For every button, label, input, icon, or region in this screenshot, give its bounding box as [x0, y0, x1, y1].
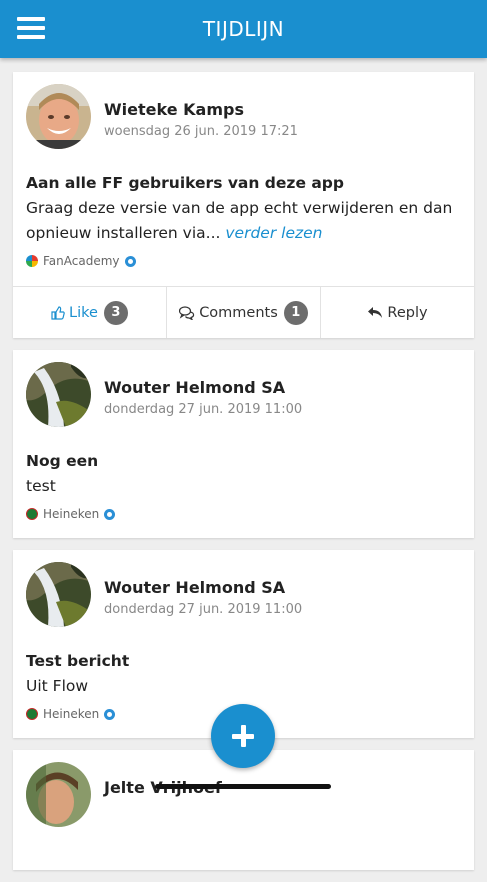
- source-name: Heineken: [43, 507, 100, 521]
- avatar[interactable]: [26, 84, 91, 149]
- post-source[interactable]: FanAcademy: [26, 254, 136, 268]
- comments-button[interactable]: Comments 1: [166, 287, 320, 338]
- post-title: Aan alle FF gebruikers van deze app: [26, 174, 344, 192]
- source-name: FanAcademy: [43, 254, 120, 268]
- avatar[interactable]: [26, 362, 91, 427]
- post-author[interactable]: Wouter Helmond SA: [104, 378, 285, 397]
- like-button[interactable]: Like 3: [13, 287, 166, 338]
- comments-icon: [179, 305, 195, 320]
- reply-label: Reply: [387, 304, 428, 321]
- post-text: Graag deze versie van de app echt verwij…: [26, 196, 456, 246]
- post-date: donderdag 27 jun. 2019 11:00: [104, 402, 303, 417]
- avatar[interactable]: [26, 762, 91, 827]
- heineken-logo-icon: [26, 508, 38, 520]
- source-name: Heineken: [43, 707, 100, 721]
- verified-icon: [104, 508, 116, 520]
- top-app-bar: TIJDLIJN: [0, 0, 487, 58]
- post-card: Wouter Helmond SA donderdag 27 jun. 2019…: [13, 350, 474, 538]
- post-source[interactable]: Heineken: [26, 707, 116, 721]
- post-author[interactable]: Wouter Helmond SA: [104, 578, 285, 597]
- post-title: Test bericht: [26, 652, 130, 670]
- post-source[interactable]: Heineken: [26, 507, 116, 521]
- reply-button[interactable]: Reply: [320, 287, 474, 338]
- read-more-link[interactable]: verder lezen: [225, 224, 322, 242]
- post-actions: Like 3 Comments 1 Reply: [13, 286, 474, 338]
- post-text: test: [26, 477, 56, 495]
- post-date: donderdag 27 jun. 2019 11:00: [104, 602, 303, 617]
- add-post-button[interactable]: [211, 704, 275, 768]
- verified-icon: [104, 708, 116, 720]
- page-title: TIJDLIJN: [202, 17, 285, 41]
- post-card: Wieteke Kamps woensdag 26 jun. 2019 17:2…: [13, 72, 474, 338]
- post-author[interactable]: Wieteke Kamps: [104, 100, 244, 119]
- comments-label: Comments: [199, 304, 278, 321]
- fanacademy-logo-icon: [26, 255, 38, 267]
- like-count-badge: 3: [103, 300, 128, 325]
- verified-icon: [124, 255, 136, 267]
- post-title: Nog een: [26, 452, 99, 470]
- thumbs-up-icon: [51, 305, 65, 320]
- home-indicator[interactable]: [155, 784, 331, 789]
- avatar[interactable]: [26, 562, 91, 627]
- reply-arrow-icon: [367, 306, 383, 319]
- comments-count-badge: 1: [283, 300, 308, 325]
- heineken-logo-icon: [26, 708, 38, 720]
- post-text: Uit Flow: [26, 677, 89, 695]
- post-card: Jelte Vrijhoef: [13, 750, 474, 870]
- like-label: Like: [69, 304, 98, 321]
- post-date: woensdag 26 jun. 2019 17:21: [104, 124, 298, 139]
